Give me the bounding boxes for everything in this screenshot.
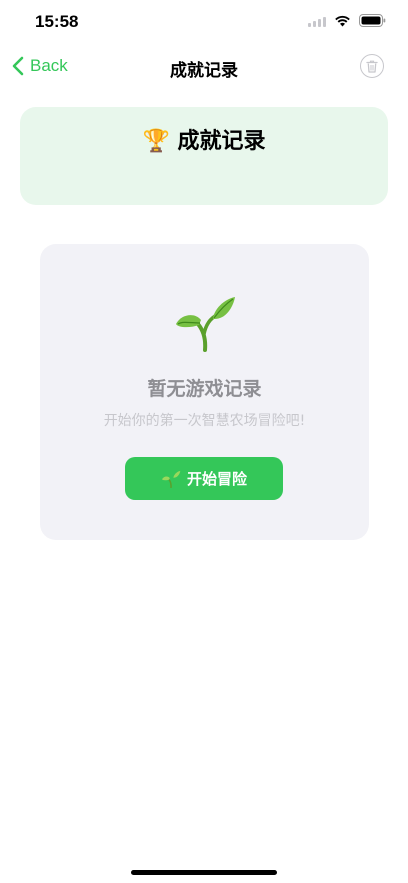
- empty-state-title: 暂无游戏记录: [147, 378, 262, 400]
- status-time: 15:58: [35, 12, 79, 31]
- status-icons: [308, 14, 386, 27]
- trash-button[interactable]: [360, 54, 384, 78]
- header-card: 🏆 成就记录: [20, 107, 388, 205]
- empty-state-subtitle: 开始你的第一次智慧农场冒险吧!: [103, 413, 306, 429]
- sprout-icon: [175, 297, 235, 352]
- start-adventure-button[interactable]: 开始冒险: [125, 457, 283, 500]
- battery-icon: [359, 14, 386, 27]
- wifi-icon: [335, 15, 350, 26]
- sprout-icon: [161, 470, 181, 488]
- empty-state-card: 暂无游戏记录 开始你的第一次智慧农场冒险吧! 开始冒险: [40, 244, 369, 540]
- page-title: 成就记录: [170, 61, 238, 81]
- signal-icon: [308, 15, 326, 27]
- start-adventure-label: 开始冒险: [186, 470, 247, 488]
- trash-icon: [366, 60, 378, 73]
- home-indicator: [131, 870, 277, 875]
- screen: 15:58 Back 成就记录 🏆 成就记录 暂无游戏记录 开始你的第一次智慧农…: [0, 0, 408, 883]
- nav-bar: Back 成就记录: [0, 44, 408, 88]
- header-title: 🏆 成就记录: [20, 123, 388, 155]
- status-bar: 15:58: [0, 0, 408, 44]
- trophy-icon: 🏆: [142, 129, 170, 154]
- header-title-text: 成就记录: [177, 129, 266, 154]
